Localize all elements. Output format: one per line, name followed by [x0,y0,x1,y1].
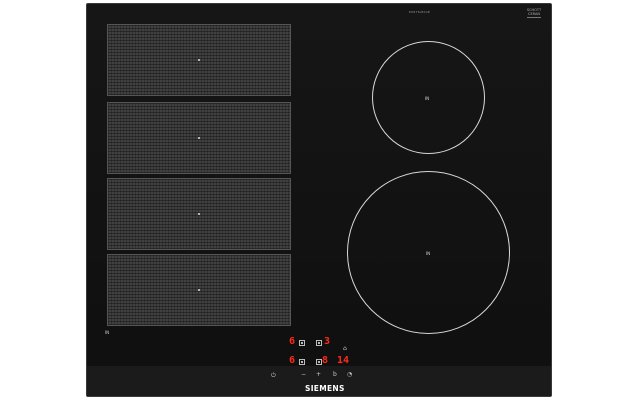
round-zone-large-label: IN [426,251,431,256]
round-zone-small-label: IN [425,96,430,101]
zone-center-mark [198,137,200,139]
flex-zone-3[interactable] [107,178,291,250]
zone-select-2-icon[interactable] [316,340,322,346]
power-button-icon[interactable]: ⏻ [271,373,276,379]
flex-zone-4[interactable] [107,254,291,326]
schott-ceran-logo: SCHOTT CERAN [525,8,543,18]
zone-center-mark [198,59,200,61]
minus-button[interactable]: − [301,372,306,378]
timer-button-icon[interactable]: ◔ [347,372,352,378]
boost-button[interactable]: b [333,372,337,378]
round-zone-large[interactable]: IN [347,171,510,334]
power-level-display-3: 6 [289,355,296,366]
cooktop-glass: EX675LEC1E SCHOTT CERAN IN IN IN 6 3 6 8… [86,3,552,397]
flex-zone-2[interactable] [107,102,291,174]
zone-select-1-icon[interactable] [299,340,305,346]
power-level-display-4: 8 [322,355,329,366]
flex-zone-label: IN [105,330,110,335]
ceran-text: CERAN [528,12,540,16]
power-level-display-2: 3 [324,336,331,347]
power-level-display-1: 6 [289,336,296,347]
plus-button[interactable]: + [316,372,321,378]
flex-zone-1[interactable] [107,24,291,96]
zone-center-mark [198,289,200,291]
lock-icon[interactable]: ⌂ [343,346,347,352]
round-zone-small[interactable]: IN [372,41,485,154]
model-label: EX675LEC1E [409,10,431,14]
zone-center-mark [198,213,200,215]
timer-display: 14 [337,355,350,366]
zone-select-3-icon[interactable] [299,359,305,365]
brand-logo: SIEMENS [305,384,345,393]
